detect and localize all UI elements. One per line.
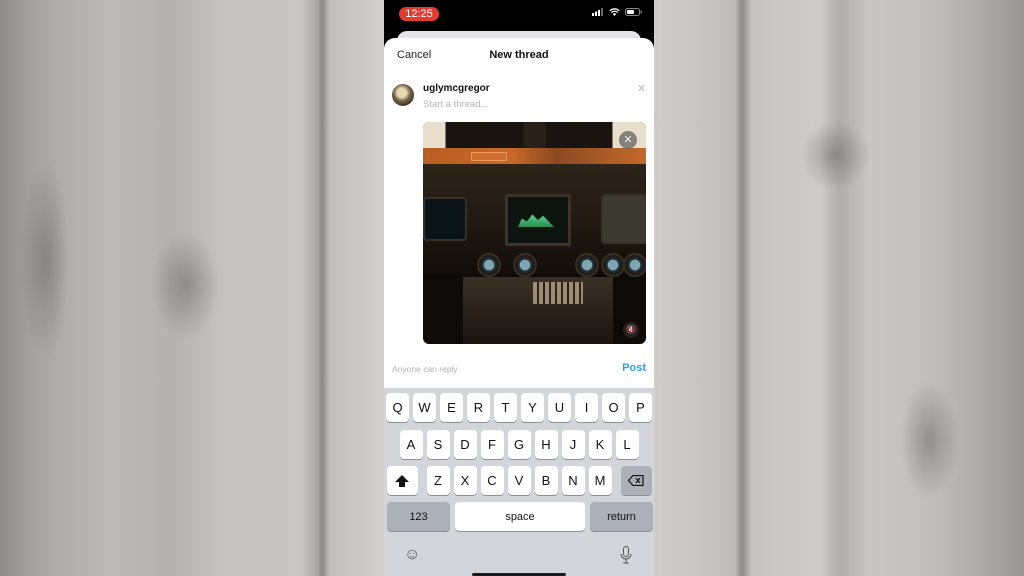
battery-icon [625, 8, 642, 16]
background-wood-knot [150, 230, 220, 340]
key[interactable]: D [453, 430, 477, 459]
backspace-icon [628, 475, 644, 486]
background-wood-knot [800, 120, 870, 190]
key[interactable]: C [480, 466, 504, 495]
avatar [392, 84, 414, 106]
numbers-key[interactable]: 123 [387, 502, 450, 531]
key[interactable]: L [615, 430, 639, 459]
dial [623, 253, 646, 277]
key[interactable]: X [453, 466, 477, 495]
keyboard-row-3: Z X C V B N M [384, 466, 654, 495]
dial [575, 253, 599, 277]
key[interactable]: B [534, 466, 558, 495]
delete-key[interactable] [620, 466, 652, 495]
microphone-icon[interactable] [620, 546, 632, 569]
key[interactable]: P [629, 393, 652, 422]
key[interactable]: V [507, 466, 531, 495]
phone-screen: 12:25 Cancel New thread uglymcgregor Sta… [384, 0, 654, 576]
cockpit-window [423, 122, 646, 150]
status-time: 12:25 [399, 7, 439, 21]
dial [477, 253, 501, 277]
status-icons [592, 8, 642, 16]
shift-arrow-icon [395, 474, 409, 487]
key[interactable]: O [602, 393, 625, 422]
cellular-signal-icon [592, 8, 603, 16]
key[interactable]: W [413, 393, 436, 422]
key[interactable]: A [399, 430, 423, 459]
key[interactable]: Z [426, 466, 450, 495]
key[interactable]: I [575, 393, 598, 422]
attached-video[interactable]: ✕ 🔇 [423, 122, 646, 344]
wifi-icon [609, 8, 620, 16]
dial [513, 253, 537, 277]
key[interactable]: H [534, 430, 558, 459]
thread-text-input[interactable]: Start a thread... [423, 99, 488, 110]
new-thread-sheet: Cancel New thread uglymcgregor Start a t… [384, 38, 654, 388]
background-wood-knot [20, 160, 70, 360]
right-display [601, 194, 646, 244]
key[interactable]: F [480, 430, 504, 459]
keyboard-row-4: 123 space return [384, 502, 654, 531]
cockpit-panel-strip [423, 148, 646, 164]
center-display [505, 194, 571, 246]
background-wood-knot [900, 380, 960, 500]
keyboard-row-1: Q W E R T Y U I O P [384, 393, 654, 422]
emoji-icon[interactable]: ☺ [404, 546, 420, 564]
key[interactable]: G [507, 430, 531, 459]
key[interactable]: Y [521, 393, 544, 422]
close-icon[interactable]: ✕ [619, 131, 637, 149]
key[interactable]: T [494, 393, 517, 422]
dial [601, 253, 625, 277]
console-keypad [533, 282, 583, 304]
key[interactable]: E [440, 393, 463, 422]
shift-key[interactable] [386, 466, 418, 495]
key[interactable]: M [588, 466, 612, 495]
left-display [423, 197, 467, 241]
close-icon[interactable]: ✕ [637, 82, 646, 95]
key[interactable]: U [548, 393, 571, 422]
muted-speaker-icon[interactable]: 🔇 [623, 322, 639, 338]
space-key[interactable]: space [455, 502, 585, 531]
key[interactable]: K [588, 430, 612, 459]
username: uglymcgregor [423, 83, 490, 94]
keyboard-row-2: A S D F G H J K L [384, 430, 654, 459]
post-button[interactable]: Post [622, 362, 646, 374]
key[interactable]: S [426, 430, 450, 459]
sheet-title: New thread [489, 49, 549, 61]
key[interactable]: N [561, 466, 585, 495]
cockpit-label-plate [471, 152, 507, 161]
return-key[interactable]: return [590, 502, 653, 531]
keyboard: Q W E R T Y U I O P A S D F G H J K L Z [384, 388, 654, 576]
status-bar: 12:25 [384, 0, 654, 30]
key[interactable]: Q [386, 393, 409, 422]
key[interactable]: R [467, 393, 490, 422]
reply-permission[interactable]: Anyone can reply [392, 364, 458, 374]
key[interactable]: J [561, 430, 585, 459]
